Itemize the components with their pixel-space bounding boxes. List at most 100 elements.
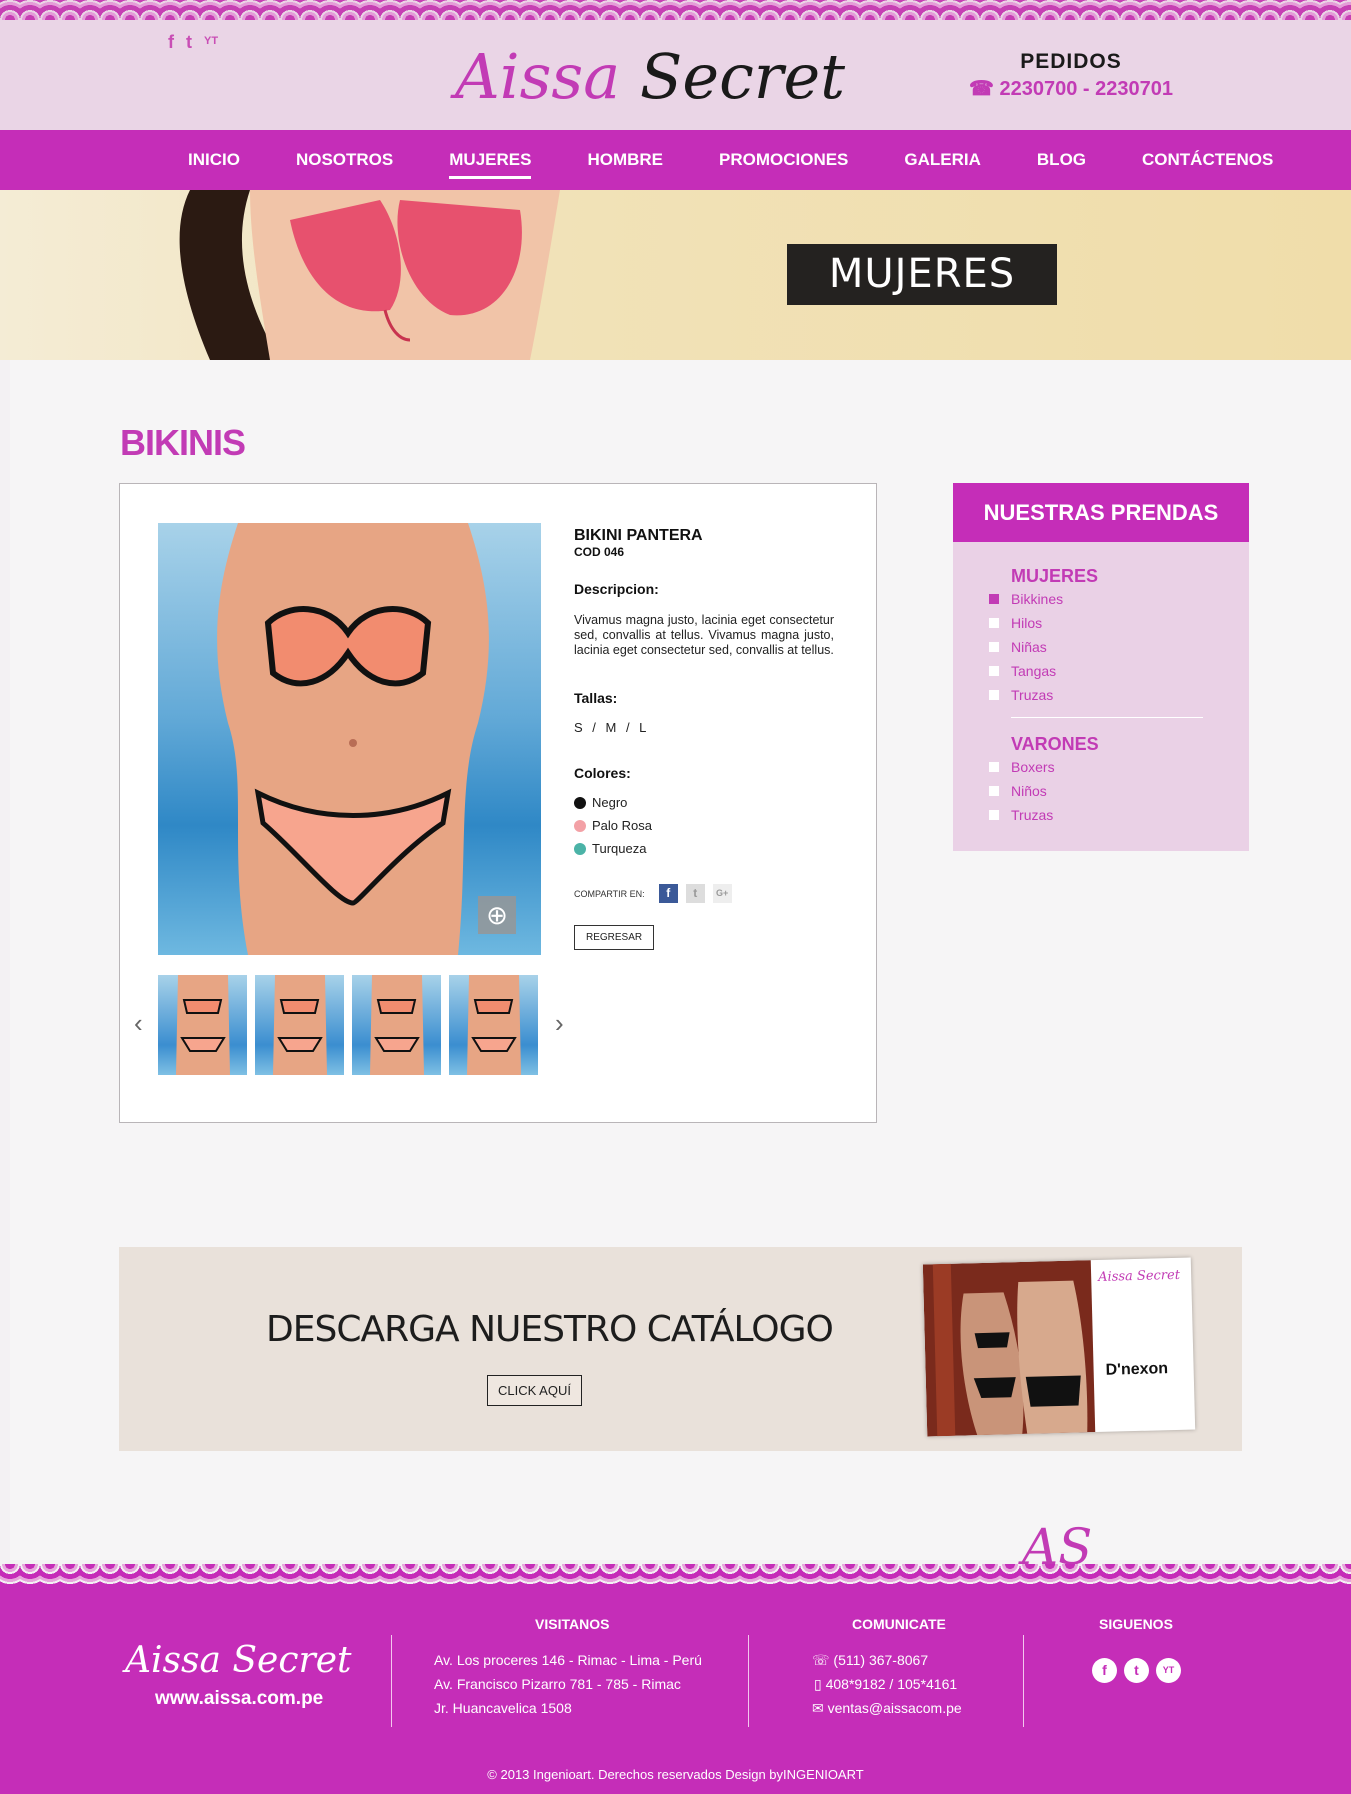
color-option[interactable]: Palo Rosa [574,818,834,833]
product-name: BIKINI PANTERA [574,527,703,544]
phone-icon: ☏ [812,1652,834,1668]
sidebar-item-boxers[interactable]: Boxers [989,755,1249,779]
footer-twitter-icon[interactable]: t [1124,1658,1149,1683]
back-button[interactable]: REGRESAR [574,925,655,950]
nav-mujeres[interactable]: MUJERES [421,150,559,179]
siguenos-title: SIGUENOS [1099,1616,1173,1632]
catalog-banner: DESCARGA NUESTRO CATÁLOGO CLICK AQUÍ Ais… [119,1247,1242,1451]
sidebar-item-label: Niños [1011,783,1047,799]
footer-divider [748,1635,749,1727]
catalog-brand-dnexon: D'nexon [1105,1360,1169,1379]
footer-phone: ☏ (511) 367-8067 [812,1652,928,1669]
page-title: BIKINIS [120,422,246,463]
footer-phone-value: (511) 367-8067 [833,1652,929,1668]
footer-mobile-value: 408*9182 / 105*4161 [825,1676,958,1692]
checkbox-icon [989,762,999,772]
sidebar-item-truzas-men[interactable]: Truzas [989,803,1249,827]
nav-galeria[interactable]: GALERIA [876,150,1009,170]
product-thumbnail[interactable] [352,975,441,1075]
mobile-icon: ▯ [814,1676,826,1692]
sidebar-title: NUESTRAS PRENDAS [953,483,1249,542]
main-nav: INICIO NOSOTROS MUJERES HOMBRE PROMOCION… [0,130,1351,190]
lace-border [0,0,1351,20]
visitanos-title: VISITANOS [535,1616,610,1632]
men-category-title: VARONES [1011,734,1099,754]
footer-youtube-icon[interactable]: YT [1156,1658,1181,1683]
mail-icon: ✉ [812,1700,828,1716]
share-label: COMPARTIR EN: [574,888,645,899]
sidebar-item-label: Niñas [1011,639,1047,655]
checkbox-icon [989,810,999,820]
footer-social-links: f t YT [1092,1658,1181,1683]
product-info: BIKINI PANTERA COD 046 Descripcion: Viva… [574,527,834,950]
color-option[interactable]: Negro [574,795,834,810]
nav-blog[interactable]: BLOG [1009,150,1114,170]
nav-contactenos[interactable]: CONTÁCTENOS [1114,150,1301,170]
product-thumbnail[interactable] [449,975,538,1075]
share-facebook-icon[interactable]: f [658,884,678,903]
hero-image [179,190,560,360]
orders-block: PEDIDOS ☎ 2230700 - 2230701 [966,50,1176,101]
product-code: COD 046 [574,545,625,559]
sidebar-item-ninas[interactable]: Niñas [989,635,1249,659]
nav-nosotros[interactable]: NOSOTROS [268,150,421,170]
sidebar-item-label: Hilos [1011,615,1043,631]
color-name: Palo Rosa [592,818,652,833]
sidebar-item-tangas[interactable]: Tangas [989,659,1249,683]
footer-email[interactable]: ✉ ventas@aissacom.pe [812,1700,962,1717]
nav-inicio[interactable]: INICIO [160,150,268,170]
facebook-icon[interactable]: f [168,32,174,53]
thumb-prev-arrow-icon[interactable]: ‹ [134,1008,143,1039]
twitter-icon[interactable]: t [186,32,192,53]
footer-divider [1023,1635,1024,1727]
thumb-next-arrow-icon[interactable]: › [555,1008,564,1039]
sidebar-item-hilos[interactable]: Hilos [989,611,1249,635]
sidebar-item-truzas-women[interactable]: Truzas [989,683,1249,707]
youtube-icon[interactable]: YT [204,32,218,53]
catalog-brand-aissa: Aissa Secret [1097,1267,1181,1285]
footer-facebook-icon[interactable]: f [1092,1658,1117,1683]
bikini-model-illustration [217,523,489,955]
product-thumbnail[interactable] [158,975,247,1075]
checkbox-icon [989,618,999,628]
categories-sidebar: NUESTRAS PRENDAS MUJERES Bikkines Hilos … [953,483,1249,851]
catalog-download-button[interactable]: CLICK AQUÍ [487,1375,582,1406]
sidebar-item-ninos[interactable]: Niños [989,779,1249,803]
address-line: Av. Francisco Pizarro 781 - 785 - Rimac [434,1676,681,1692]
women-category: MUJERES Bikkines Hilos Niñas Tangas Truz… [953,566,1249,707]
color-swatch [574,842,586,855]
description-label: Descripcion: [574,581,659,597]
sidebar-item-label: Truzas [1011,807,1054,823]
share-googleplus-icon[interactable]: G+ [712,884,732,903]
sidebar-item-bikkines[interactable]: Bikkines [989,587,1249,611]
product-main-image[interactable] [158,523,541,955]
color-name: Turqueza [592,841,647,856]
sizes-label: Tallas: [574,690,618,706]
zoom-icon[interactable]: ⊕ [478,896,516,934]
checkbox-icon [989,642,999,652]
hero-title: MUJERES [787,244,1057,305]
checkbox-icon [989,666,999,676]
footer-mobile: ▯ 408*9182 / 105*4161 [814,1676,957,1693]
sidebar-item-label: Tangas [1011,663,1057,679]
footer-logo[interactable]: Aissa Secret [125,1640,351,1681]
footer-lace-border [0,1564,1351,1586]
checkbox-icon [989,786,999,796]
product-sizes: S / M / L [574,720,650,735]
catalog-cover-illustration [922,1260,1096,1437]
share-bar: COMPARTIR EN: f t G+ [574,884,834,903]
checkbox-icon [989,690,999,700]
share-twitter-icon[interactable]: t [685,884,705,903]
catalog-cover-image[interactable]: Aissa Secret D'nexon [922,1257,1196,1437]
nav-promociones[interactable]: PROMOCIONES [691,150,876,170]
logo-first-word: Aissa [455,40,621,113]
color-swatch [574,796,586,809]
orders-phones: ☎ 2230700 - 2230701 [969,78,1173,100]
nav-hombre[interactable]: HOMBRE [559,150,691,170]
product-thumbnail[interactable] [255,975,344,1075]
comunicate-title: COMUNICATE [852,1616,946,1632]
site-logo[interactable]: Aissa Secret [455,40,845,113]
colors-label: Colores: [574,765,631,781]
footer-url[interactable]: www.aissa.com.pe [155,1688,323,1710]
color-option[interactable]: Turqueza [574,841,834,856]
